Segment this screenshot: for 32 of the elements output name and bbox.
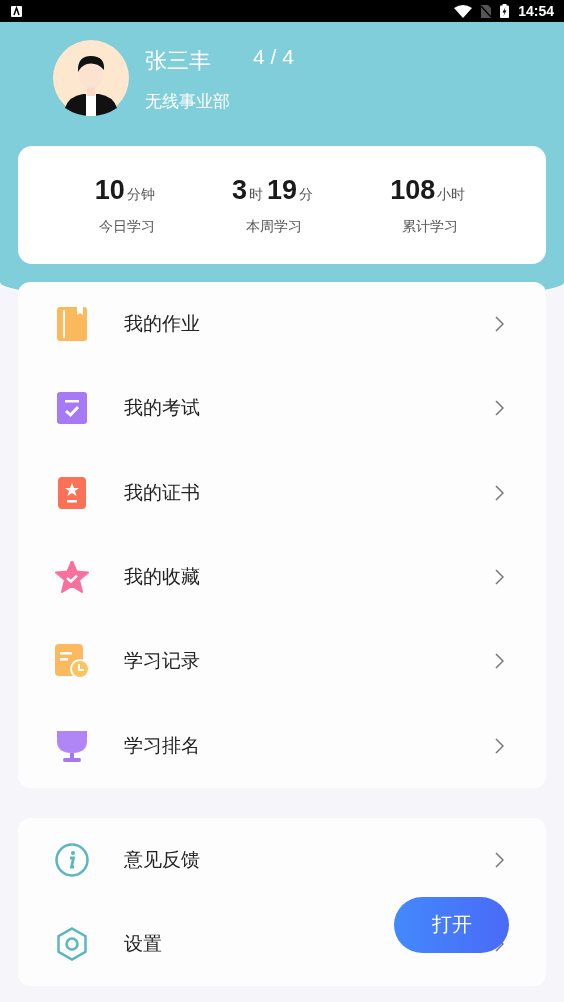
avatar-icon (53, 40, 129, 116)
stat-value: 10 分钟 (94, 174, 156, 206)
no-sim-icon (481, 4, 492, 18)
book-icon (57, 307, 87, 342)
star-icon (55, 561, 89, 594)
menu-item[interactable]: 我的证书 (124, 479, 200, 506)
menu-item[interactable]: 我的作业 (124, 311, 200, 338)
stat-label: 累计学习 (401, 217, 458, 236)
stat-label: 本周学习 (246, 217, 303, 236)
wifi-icon (454, 4, 473, 18)
battery-icon (500, 4, 510, 18)
trophy-icon (57, 728, 87, 763)
menu-item[interactable]: 我的收藏 (124, 564, 200, 591)
clock-note-icon (55, 644, 89, 679)
stat-value: 108小时 (390, 174, 467, 206)
certificate-icon (58, 476, 86, 509)
open-button[interactable]: 打开 (394, 896, 509, 953)
checklist-icon (57, 392, 87, 425)
settings-icon (57, 927, 87, 962)
clock-time: 14:54 (518, 3, 554, 19)
menu-item[interactable]: 学习记录 (124, 648, 200, 675)
notification-icon (11, 5, 22, 17)
menu-item[interactable]: 学习排名 (124, 732, 200, 759)
menu-item[interactable]: 意见反馈 (124, 846, 200, 873)
department-name: 无线事业部 (145, 90, 231, 113)
menu-item[interactable]: 设置 (124, 931, 162, 958)
stat-value: 3 时 19 分 (231, 174, 314, 206)
info-icon (55, 842, 89, 877)
user-name: 张三丰 (145, 47, 211, 75)
stat-label: 今日学习 (98, 217, 155, 236)
menu-item[interactable]: 我的考试 (124, 395, 200, 422)
progress-count: 4 / 4 (253, 45, 294, 69)
